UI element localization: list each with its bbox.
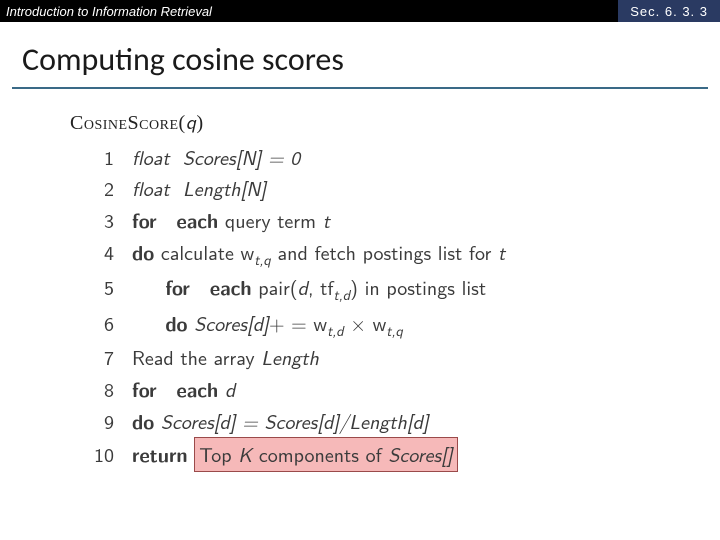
text: , tf <box>308 273 334 302</box>
algo-line: 6 do Scores[d]+ = wt,d × wt,q <box>70 307 720 342</box>
text <box>218 375 225 404</box>
line-code: float Length[N] <box>132 173 266 204</box>
algo-line: 1 float Scores[N] = 0 <box>70 142 720 173</box>
algo-line: 9 do Scores[d] = Scores[d]/Length[d] <box>70 405 720 437</box>
text: calculate w <box>154 238 254 267</box>
line-number: 1 <box>70 142 132 173</box>
line-code: for each query term t <box>132 204 330 236</box>
type-kw: float <box>132 143 170 172</box>
line-number: 7 <box>70 342 132 373</box>
text: query term <box>218 206 322 235</box>
line-code: return Top K components of Scores[] <box>132 437 458 472</box>
line-code: float Scores[N] = 0 <box>132 142 300 173</box>
highlight-box: Top K components of Scores[] <box>194 437 457 472</box>
kw-for: for <box>132 205 157 234</box>
kw-each: each <box>210 272 252 301</box>
algo-line: 10 return Top K components of Scores[] <box>70 437 720 472</box>
line-number: 9 <box>70 406 132 437</box>
subscript: t,d <box>327 320 344 341</box>
var: Scores[d] <box>194 309 269 338</box>
line-code: Read the array Length <box>132 342 319 373</box>
line-number: 4 <box>70 237 132 268</box>
text: components of <box>252 440 388 469</box>
algo-line: 2 float Length[N] <box>70 173 720 204</box>
algo-line: 7 Read the array Length <box>70 342 720 373</box>
kw-for: for <box>165 272 190 301</box>
algorithm-block: CosineScore(q) 1 float Scores[N] = 0 2 f… <box>0 89 720 472</box>
slide-heading: Computing cosine scores <box>0 22 720 87</box>
line-code: for each d <box>132 373 235 405</box>
var: d <box>298 273 308 302</box>
expr: Length[N] <box>183 174 266 203</box>
algo-arg: q <box>186 107 197 136</box>
kw-do: do <box>132 237 154 266</box>
algo-line: 3 for each query term t <box>70 204 720 236</box>
kw-for: for <box>132 374 157 403</box>
var: t <box>323 206 330 235</box>
subscript: t,q <box>254 249 271 270</box>
text: ) in postings list <box>350 273 486 302</box>
line-number: 5 <box>70 272 132 303</box>
subscript: t,q <box>386 320 403 341</box>
algo-line: 5 for each pair(d, tft,d) in postings li… <box>70 271 720 306</box>
line-code: do Scores[d]+ = wt,d × wt,q <box>132 307 403 342</box>
expr: Scores[N] = 0 <box>183 143 300 172</box>
line-code: do Scores[d] = Scores[d]/Length[d] <box>132 405 429 437</box>
line-code: do calculate wt,q and fetch postings lis… <box>132 236 505 271</box>
line-number: 3 <box>70 205 132 236</box>
text: and fetch postings list for <box>271 238 498 267</box>
text: Top <box>199 440 238 469</box>
text: pair( <box>252 273 298 302</box>
section-ref: Sec. 6. 3. 3 <box>618 0 720 22</box>
kw-each: each <box>177 205 219 234</box>
line-number: 6 <box>70 308 132 339</box>
algo-line: 4 do calculate wt,q and fetch postings l… <box>70 236 720 271</box>
kw-do: do <box>132 406 154 435</box>
var: t <box>498 238 505 267</box>
course-title: Introduction to Information Retrieval <box>0 4 618 19</box>
expr: Scores[d] = Scores[d]/Length[d] <box>161 407 429 436</box>
text: × w <box>344 309 387 338</box>
topbar: Introduction to Information Retrieval Se… <box>0 0 720 22</box>
subscript: t,d <box>334 284 351 305</box>
algo-name-sc: CosineScore <box>70 112 179 134</box>
var: Scores[] <box>388 440 452 469</box>
var: Length <box>261 343 319 372</box>
line-code: for each pair(d, tft,d) in postings list <box>132 271 486 306</box>
kw-return: return <box>132 439 188 468</box>
line-number: 8 <box>70 374 132 405</box>
line-number: 2 <box>70 173 132 204</box>
text: + = w <box>269 309 327 338</box>
kw-each: each <box>177 374 219 403</box>
var: d <box>225 375 235 404</box>
algo-name: CosineScore(q) <box>70 107 720 136</box>
var: K <box>238 440 252 469</box>
line-number: 10 <box>70 439 132 470</box>
kw-do: do <box>165 308 187 337</box>
text: Read the array <box>132 343 261 372</box>
algo-line: 8 for each d <box>70 373 720 405</box>
type-kw: float <box>132 174 170 203</box>
